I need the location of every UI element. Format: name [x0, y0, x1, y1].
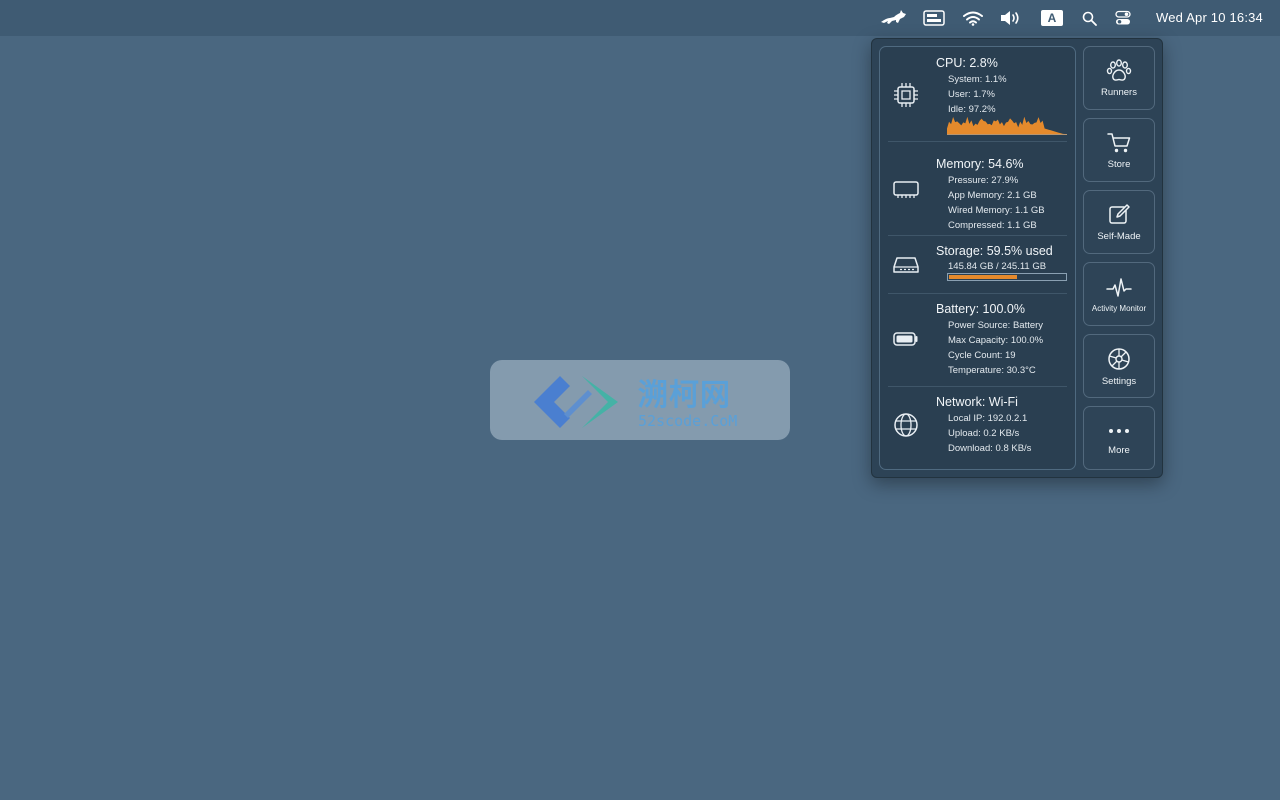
cpu-title: CPU: 2.8% — [936, 56, 998, 70]
memory-compressed: Compressed: 1.1 GB — [948, 220, 1037, 231]
paw-icon — [1106, 58, 1132, 81]
ellipsis-icon — [1109, 428, 1129, 433]
cpu-icon — [894, 83, 918, 107]
settings-button-label: Settings — [1101, 375, 1137, 387]
battery-title: Battery: 100.0% — [936, 302, 1025, 316]
spotlight-search-icon[interactable] — [1078, 0, 1100, 36]
memory-title: Memory: 54.6% — [936, 157, 1024, 171]
input-source-icon[interactable]: A — [1039, 0, 1065, 36]
gear-icon — [1108, 347, 1130, 370]
runners-button-label: Runners — [1101, 86, 1137, 98]
battery-section: Battery: 100.0% Power Source: Battery Ma… — [880, 294, 1075, 387]
network-section: Network: Wi-Fi Local IP: 192.0.2.1 Uploa… — [880, 387, 1075, 469]
input-source-label: A — [1047, 11, 1057, 25]
volume-icon[interactable] — [997, 0, 1023, 36]
runcat-icon[interactable] — [876, 0, 910, 36]
network-title: Network: Wi-Fi — [936, 395, 1018, 409]
edit-icon — [1109, 203, 1130, 224]
activity-monitor-button-label: Activity Monitor — [1091, 303, 1147, 313]
self-made-button[interactable]: Self-Made — [1083, 190, 1155, 254]
more-button-label: More — [1108, 444, 1130, 456]
memory-pressure: Pressure: 27.9% — [948, 175, 1019, 186]
memory-app: App Memory: 2.1 GB — [948, 190, 1037, 201]
battery-capacity: Max Capacity: 100.0% — [948, 335, 1044, 346]
runners-button[interactable]: Runners — [1083, 46, 1155, 110]
battery-source: Power Source: Battery — [948, 320, 1044, 331]
battery-icon — [893, 332, 918, 346]
store-button[interactable]: Store — [1083, 118, 1155, 182]
memory-wired: Wired Memory: 1.1 GB — [948, 205, 1045, 216]
system-stats-panel: CPU: 2.8% System: 1.1% User: 1.7% Idle: … — [879, 46, 1076, 470]
network-download: Download: 0.8 KB/s — [948, 443, 1032, 454]
cart-icon — [1107, 132, 1131, 152]
cpu-idle: Idle: 97.2% — [948, 104, 996, 115]
battery-cycles: Cycle Count: 19 — [948, 350, 1016, 361]
battery-temperature: Temperature: 30.3°C — [948, 365, 1036, 376]
more-button[interactable]: More — [1083, 406, 1155, 470]
menu-bar: A Wed Apr 10 16:34 — [0, 0, 1280, 36]
self-made-button-label: Self-Made — [1097, 230, 1141, 242]
pulse-icon — [1106, 277, 1132, 297]
control-center-icon[interactable] — [1111, 0, 1135, 36]
menu-bar-clock[interactable]: Wed Apr 10 16:34 — [1156, 0, 1263, 36]
storage-detail: 145.84 GB / 245.11 GB — [948, 261, 1047, 272]
network-upload: Upload: 0.2 KB/s — [948, 428, 1020, 439]
storage-usage-fill — [949, 275, 1018, 279]
storage-usage-bar — [947, 273, 1067, 281]
network-local-ip: Local IP: 192.0.2.1 — [948, 413, 1028, 424]
runcat-popup: CPU: 2.8% System: 1.1% User: 1.7% Idle: … — [871, 38, 1163, 478]
screen-mirroring-icon[interactable] — [920, 0, 948, 36]
watermark-title: 溯柯网 — [638, 378, 731, 413]
globe-icon — [894, 413, 918, 437]
cpu-system: System: 1.1% — [948, 74, 1007, 85]
watermark-logo-icon — [534, 376, 618, 428]
activity-monitor-button[interactable]: Activity Monitor — [1083, 262, 1155, 326]
memory-icon — [893, 181, 919, 198]
wifi-icon[interactable] — [960, 0, 986, 36]
memory-section: Memory: 54.6% Pressure: 27.9% App Memory… — [880, 142, 1075, 236]
store-button-label: Store — [1107, 158, 1131, 170]
watermark-subtitle: 52scode.CoM — [638, 412, 738, 430]
cpu-usage-graph — [947, 117, 1067, 135]
storage-section: Storage: 59.5% used 145.84 GB / 245.11 G… — [880, 236, 1075, 294]
storage-title: Storage: 59.5% used — [936, 244, 1053, 258]
cpu-user: User: 1.7% — [948, 89, 995, 100]
cpu-section: CPU: 2.8% System: 1.1% User: 1.7% Idle: … — [880, 47, 1075, 142]
storage-icon — [893, 257, 919, 273]
watermark: 溯柯网 52scode.CoM — [490, 360, 790, 440]
settings-button[interactable]: Settings — [1083, 334, 1155, 398]
